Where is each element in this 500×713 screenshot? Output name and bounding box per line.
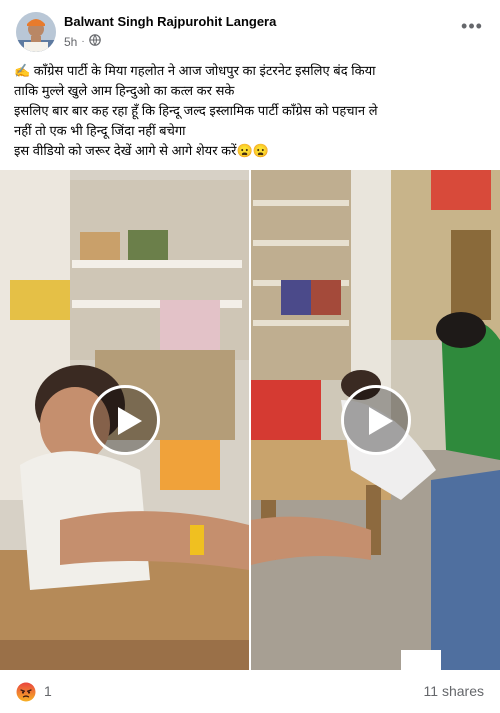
meta-separator: · [81,36,85,47]
post-text: ✍️ कॉंग्रेस पार्टी के मिया गहलोत ने आज ज… [14,61,489,161]
post-meta: 5h · [64,34,101,49]
video-left[interactable] [0,170,249,670]
post-text-line: ✍️ कॉंग्रेस पार्टी के मिया गहलोत ने आज ज… [14,63,376,78]
post-text-line: इस वीडियो को जरूर देखें आगे से आगे शेयर … [14,143,269,158]
shares-count[interactable]: 11 shares [424,683,484,699]
more-options-icon[interactable]: ••• [460,17,484,38]
play-icon[interactable] [90,385,160,455]
avatar[interactable] [16,12,56,52]
post-header: Balwant Singh Rajpurohit Langera 5h · ••… [0,0,500,56]
post-text-line: इसलिए बार बार कह रहा हूँ कि हिन्दू जल्द … [14,103,378,118]
post-media [0,170,500,670]
video-right[interactable] [251,170,500,670]
author-name[interactable]: Balwant Singh Rajpurohit Langera [64,14,276,29]
post-text-line: नहीं तो एक भी हिन्दू जिंदा नहीं बचेगा [14,123,186,138]
reaction-count[interactable]: 1 [44,683,52,699]
angry-reaction-icon[interactable] [16,682,36,702]
post-time[interactable]: 5h [64,35,77,49]
globe-icon [88,34,101,49]
play-icon[interactable] [341,385,411,455]
post-text-line: ताकि मुल्ले खुले आम हिन्दुओ का कत्ल कर स… [14,83,235,98]
post-footer: 1 11 shares [0,672,500,713]
